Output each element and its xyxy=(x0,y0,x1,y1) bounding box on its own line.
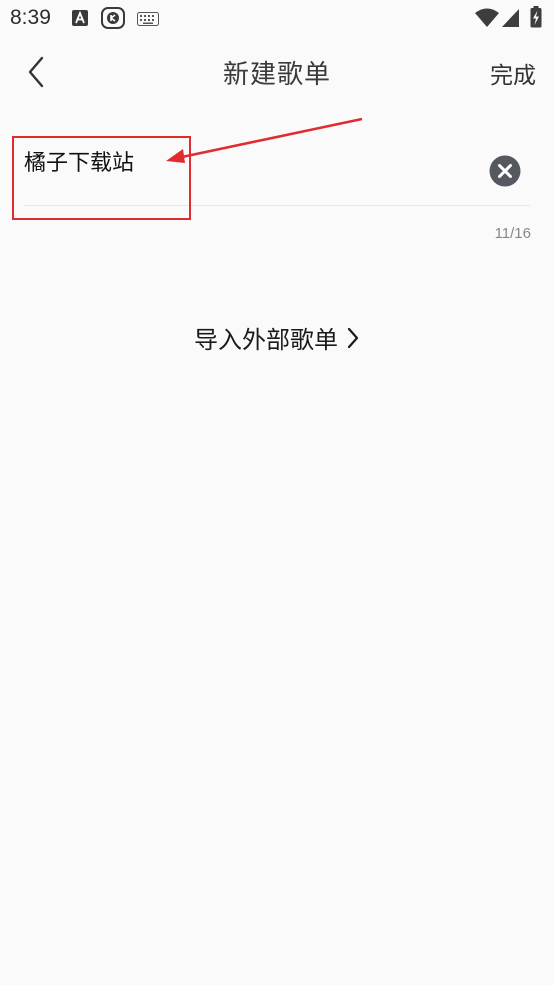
keyboard-icon xyxy=(137,11,159,30)
close-circle-icon xyxy=(489,155,521,191)
char-counter: 11/16 xyxy=(494,225,531,242)
wifi-icon xyxy=(475,8,499,32)
battery-charging-icon xyxy=(530,6,542,32)
page-title: 新建歌单 xyxy=(222,60,331,90)
status-time: 8:39 xyxy=(10,6,51,29)
signal-icon xyxy=(502,8,520,32)
chevron-right-icon xyxy=(346,326,360,356)
annotation-highlight-box xyxy=(12,136,191,220)
status-bar: 8:39 xyxy=(0,0,554,38)
import-external-playlist-link[interactable]: 导入外部歌单 xyxy=(0,320,554,356)
import-label: 导入外部歌单 xyxy=(194,326,338,354)
a-notification-icon xyxy=(72,10,88,30)
app-notification-icon xyxy=(101,7,125,33)
nav-bar: 新建歌单 完成 xyxy=(0,38,554,106)
clear-input-button[interactable] xyxy=(489,155,521,187)
done-button[interactable]: 完成 xyxy=(490,56,536,90)
